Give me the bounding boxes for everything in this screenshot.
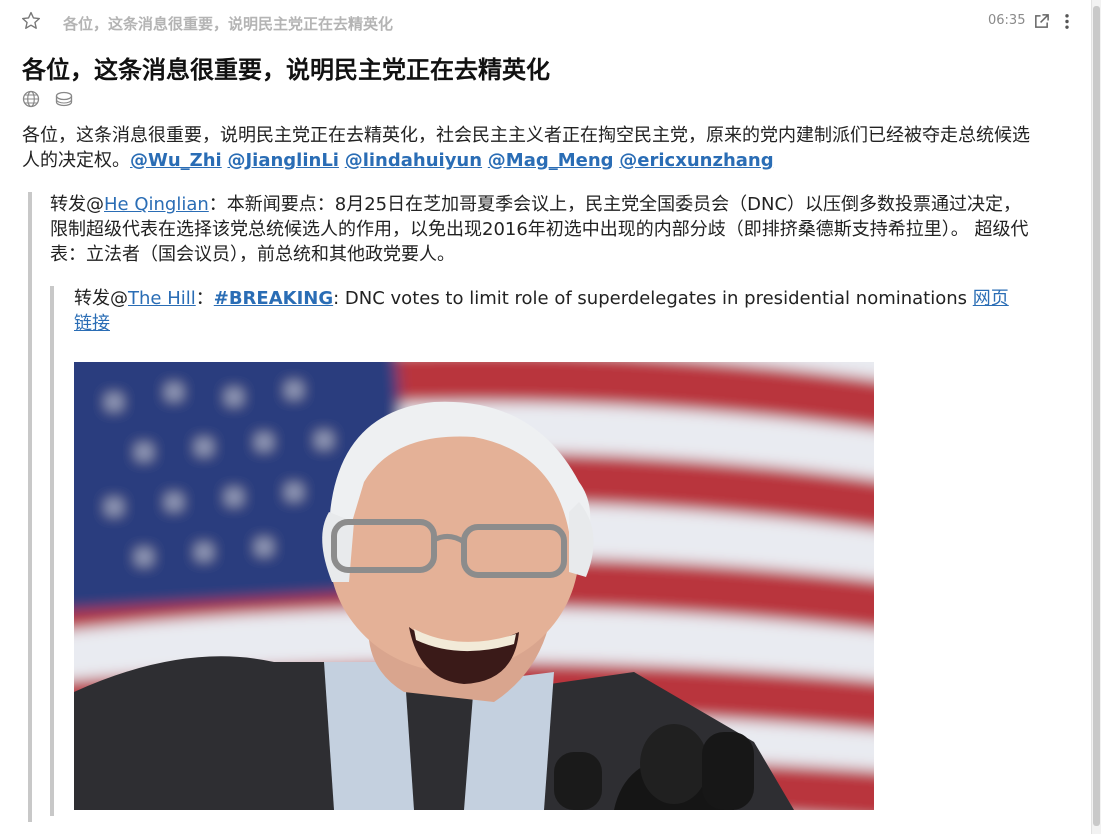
article-title: 各位，这条消息很重要，说明民主党正在去精英化 <box>22 56 550 84</box>
hashtag-link[interactable]: #BREAKING <box>214 288 333 309</box>
repost-prefix: 转发@ <box>50 194 104 215</box>
vertical-scrollbar[interactable] <box>1091 0 1101 834</box>
news-photo-image <box>74 362 874 810</box>
nested-repost-body: : DNC votes to limit role of superdelega… <box>333 288 973 309</box>
mention-link[interactable]: @JianglinLi <box>227 150 339 171</box>
nested-repost-quote: 转发@The Hill：#BREAKING: DNC votes to limi… <box>50 286 1010 816</box>
mention-link[interactable]: @ericxunzhang <box>619 150 773 171</box>
repost-text: 转发@He Qinglian：本新闻要点：8月25日在芝加哥夏季会议上，民主党全… <box>50 192 1035 267</box>
open-external-icon[interactable] <box>1033 13 1050 30</box>
repost-quote: 转发@He Qinglian：本新闻要点：8月25日在芝加哥夏季会议上，民主党全… <box>28 192 1033 822</box>
mention-link[interactable]: @Mag_Meng <box>488 150 614 171</box>
mention-link[interactable]: @lindahuiyun <box>345 150 482 171</box>
post-time: 06:35 <box>988 13 1026 28</box>
nested-repost-separator: ： <box>195 288 214 309</box>
reader-pane: 各位，这条消息很重要，说明民主党正在去精英化 06:35 各位，这条消息很重要，… <box>0 0 1101 834</box>
nested-repost-user-link[interactable]: The Hill <box>128 288 196 309</box>
more-vertical-icon[interactable] <box>1059 13 1075 30</box>
star-icon[interactable] <box>20 10 42 32</box>
repost-user-link[interactable]: He Qinglian <box>104 194 209 215</box>
post-body: 各位，这条消息很重要，说明民主党正在去精英化，社会民主主义者正在掏空民主党，原来… <box>22 123 1032 173</box>
scrollbar-thumb[interactable] <box>1093 6 1100 826</box>
toolbar-title: 各位，这条消息很重要，说明民主党正在去精英化 <box>63 15 394 33</box>
nested-repost-text: 转发@The Hill：#BREAKING: DNC votes to limi… <box>74 286 1014 336</box>
article-toolbar: 各位，这条消息很重要，说明民主党正在去精英化 06:35 <box>0 0 1090 44</box>
news-photo[interactable] <box>74 362 874 810</box>
globe-icon[interactable] <box>22 90 40 108</box>
database-icon[interactable] <box>54 90 74 108</box>
nested-repost-prefix: 转发@ <box>74 288 128 309</box>
mention-link[interactable]: @Wu_Zhi <box>130 150 222 171</box>
